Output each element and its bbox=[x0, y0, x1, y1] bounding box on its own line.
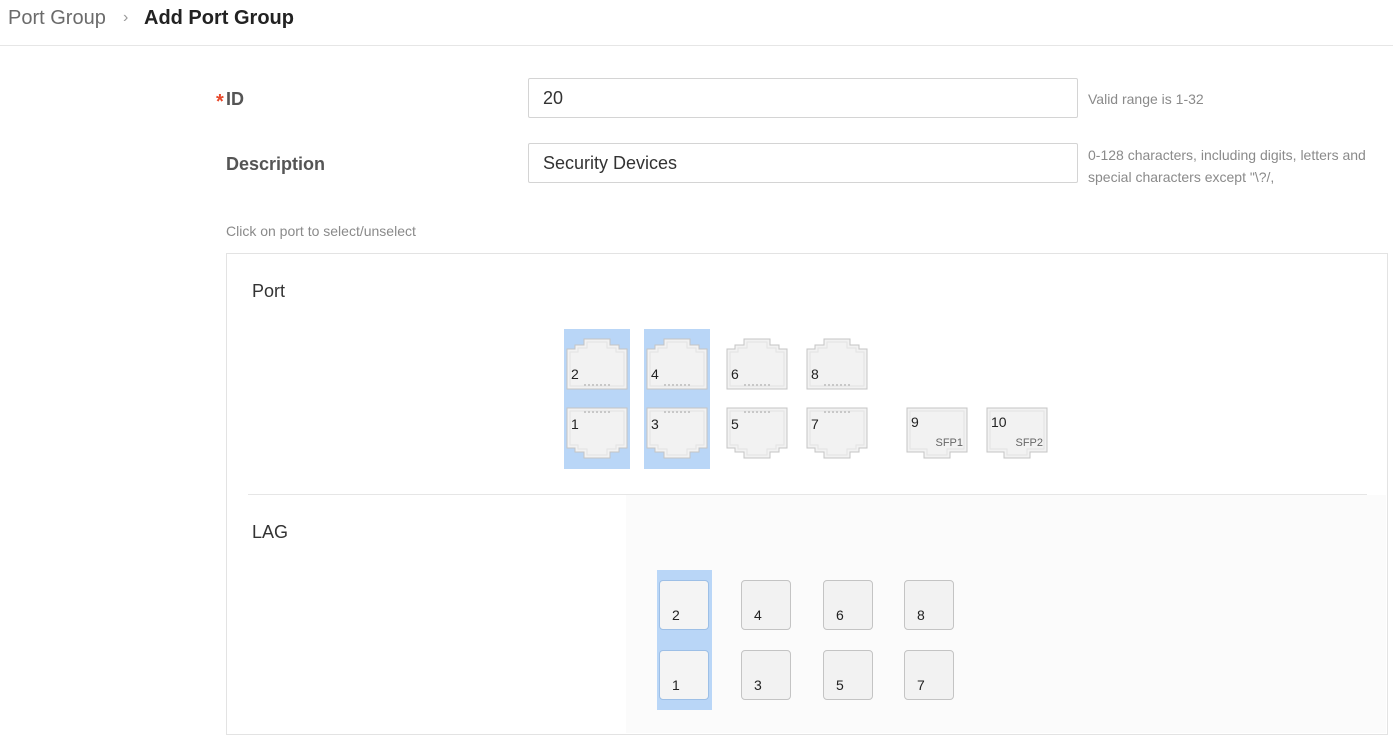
rj45-port-icon bbox=[806, 407, 868, 459]
port-number: 4 bbox=[651, 366, 659, 382]
page-title: Add Port Group bbox=[144, 7, 294, 29]
click-port-hint: Click on port to select/unselect bbox=[226, 223, 416, 239]
port-6[interactable]: 6 bbox=[726, 338, 788, 390]
lag-8[interactable]: 8 bbox=[904, 580, 954, 630]
breadcrumb: Port Group › Add Port Group bbox=[0, 0, 1393, 46]
rj45-port-icon bbox=[726, 407, 788, 459]
port-number: 10 bbox=[991, 414, 1007, 430]
description-label: Description bbox=[226, 154, 326, 174]
port-3[interactable]: 3 bbox=[646, 407, 708, 459]
id-input[interactable] bbox=[528, 78, 1078, 118]
rj45-port-icon bbox=[726, 338, 788, 390]
lag-area-background bbox=[626, 495, 1386, 733]
lag-section-title: LAG bbox=[252, 522, 289, 542]
lag-number: 1 bbox=[672, 677, 680, 693]
section-divider bbox=[248, 494, 1367, 495]
lag-1[interactable]: 1 bbox=[659, 650, 709, 700]
rj45-port-icon bbox=[566, 407, 628, 459]
port-1[interactable]: 1 bbox=[566, 407, 628, 459]
description-hint: 0-128 characters, including digits, lett… bbox=[1088, 147, 1366, 185]
lag-number: 2 bbox=[672, 607, 680, 623]
description-input[interactable] bbox=[528, 143, 1078, 183]
lag-number: 6 bbox=[836, 607, 844, 623]
rj45-port-icon bbox=[646, 338, 708, 390]
lag-2[interactable]: 2 bbox=[659, 580, 709, 630]
port-number: 5 bbox=[731, 416, 739, 432]
lag-number: 4 bbox=[754, 607, 762, 623]
lag-number: 5 bbox=[836, 677, 844, 693]
rj45-port-icon bbox=[646, 407, 708, 459]
port-number: 2 bbox=[571, 366, 579, 382]
lag-5[interactable]: 5 bbox=[823, 650, 873, 700]
lag-6[interactable]: 6 bbox=[823, 580, 873, 630]
id-hint: Valid range is 1-32 bbox=[1088, 91, 1204, 107]
required-asterisk: * bbox=[216, 91, 224, 113]
id-label: ID bbox=[226, 89, 244, 109]
lag-number: 3 bbox=[754, 677, 762, 693]
port-number: 6 bbox=[731, 366, 739, 382]
chevron-right-icon: › bbox=[123, 9, 129, 26]
port-10-sfp2[interactable]: 10 SFP2 bbox=[986, 407, 1048, 459]
lag-7[interactable]: 7 bbox=[904, 650, 954, 700]
lag-3[interactable]: 3 bbox=[741, 650, 791, 700]
breadcrumb-port-group-link[interactable]: Port Group bbox=[8, 7, 106, 30]
lag-4[interactable]: 4 bbox=[741, 580, 791, 630]
rj45-port-icon bbox=[566, 338, 628, 390]
rj45-port-icon bbox=[806, 338, 868, 390]
port-number: 9 bbox=[911, 414, 919, 430]
port-number: 3 bbox=[651, 416, 659, 432]
port-5[interactable]: 5 bbox=[726, 407, 788, 459]
lag-number: 8 bbox=[917, 607, 925, 623]
lag-number: 7 bbox=[917, 677, 925, 693]
port-4[interactable]: 4 bbox=[646, 338, 708, 390]
port-section-title: Port bbox=[252, 281, 286, 301]
port-7[interactable]: 7 bbox=[806, 407, 868, 459]
port-number: 1 bbox=[571, 416, 579, 432]
port-9-sfp1[interactable]: 9 SFP1 bbox=[906, 407, 968, 459]
port-number: 7 bbox=[811, 416, 819, 432]
port-number: 8 bbox=[811, 366, 819, 382]
port-2[interactable]: 2 bbox=[566, 338, 628, 390]
port-8[interactable]: 8 bbox=[806, 338, 868, 390]
sfp-label: SFP2 bbox=[1015, 437, 1043, 449]
sfp-label: SFP1 bbox=[935, 437, 963, 449]
